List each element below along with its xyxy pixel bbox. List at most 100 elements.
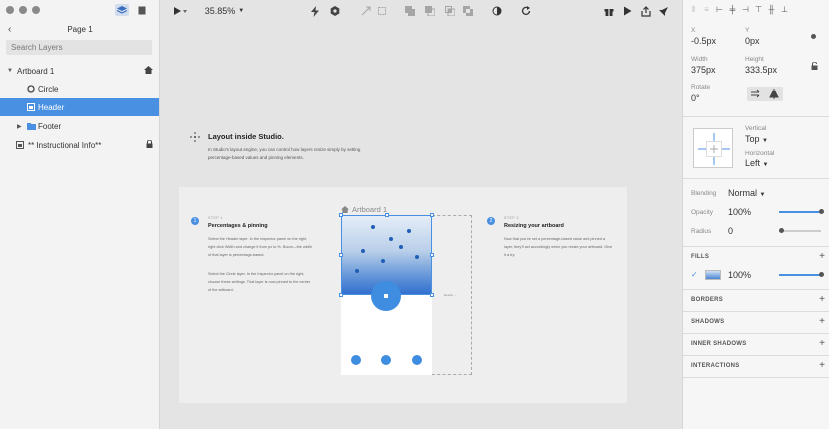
difference-button[interactable] [462, 4, 473, 18]
fill-swatch[interactable] [705, 270, 721, 280]
flip-vertical-icon[interactable] [769, 89, 779, 101]
union-button[interactable] [404, 4, 415, 18]
align-top-icon[interactable]: ⊤ [754, 5, 763, 14]
home-icon[interactable] [144, 66, 153, 76]
layer-header[interactable]: Header [0, 98, 159, 116]
refresh-button[interactable] [520, 4, 531, 18]
distribute-vertical-icon[interactable]: ≡ [702, 5, 711, 14]
y-field[interactable]: 0px [745, 36, 760, 46]
divider [683, 178, 829, 179]
radius-slider[interactable] [779, 230, 821, 232]
layers-tab[interactable] [115, 4, 129, 16]
alignment-toolbar: ⫴ ≡ ⊢ ╪ ⊣ ⊤ ╫ ⊥ [689, 5, 789, 15]
layer-instructional-info[interactable]: ** Instructional Info** [0, 136, 159, 154]
canvas[interactable]: Layout inside Studio. In Studio's layout… [160, 22, 682, 429]
zoom-window-button[interactable] [32, 6, 40, 14]
expanded-caret-icon[interactable]: ▼ [7, 68, 13, 74]
pinning-widget[interactable] [693, 128, 733, 168]
mask-button[interactable] [491, 4, 502, 18]
page-title[interactable]: Page 1 [0, 25, 160, 34]
publish-button[interactable] [658, 4, 669, 18]
collapsed-caret-icon[interactable]: ▶ [17, 123, 22, 130]
resize-handle-bl[interactable] [339, 293, 343, 297]
radius-field[interactable]: 0 [728, 226, 733, 236]
circle-layer[interactable] [371, 281, 401, 311]
subtract-button[interactable] [424, 4, 435, 18]
lightning-button[interactable] [310, 4, 320, 18]
add-shadow-icon[interactable]: + [819, 317, 825, 327]
resize-handle-tl[interactable] [339, 213, 343, 217]
resize-handle-tc[interactable] [385, 213, 389, 217]
artboard-label[interactable]: Artboard 1 [341, 205, 387, 214]
preview-button[interactable] [622, 4, 633, 18]
footer-dot[interactable] [351, 355, 361, 365]
intersect-button[interactable] [444, 4, 455, 18]
settings-button[interactable] [329, 4, 340, 18]
rotate-field[interactable]: 0° [691, 93, 700, 103]
close-window-button[interactable] [6, 6, 14, 14]
opacity-slider[interactable] [779, 211, 821, 213]
opacity-field[interactable]: 100% [728, 207, 751, 217]
borders-header[interactable]: BORDERS [691, 297, 723, 303]
vertical-dropdown[interactable]: Top ▼ [745, 134, 768, 144]
add-inner-shadow-icon[interactable]: + [819, 339, 825, 349]
fills-header[interactable]: FILLS [691, 254, 709, 260]
components-tab[interactable] [135, 4, 149, 16]
divider [683, 246, 829, 247]
gift-button[interactable] [603, 4, 614, 18]
opacity-slider-knob[interactable] [819, 209, 824, 214]
add-border-icon[interactable]: + [819, 295, 825, 305]
horizontal-dropdown[interactable]: Left ▼ [745, 158, 768, 168]
minimize-window-button[interactable] [19, 6, 27, 14]
footer-dot[interactable] [381, 355, 391, 365]
add-interaction-icon[interactable]: + [819, 361, 825, 371]
crop-button[interactable] [376, 4, 387, 18]
step-2-marker: 2 [487, 217, 495, 225]
home-icon [341, 206, 349, 213]
fill-enabled-checkbox[interactable]: ✓ [691, 270, 698, 279]
chevron-down-icon: ▼ [762, 162, 769, 168]
resize-handle-mr[interactable] [430, 253, 434, 257]
window-controls [6, 6, 40, 14]
resize-handle-br[interactable] [430, 293, 434, 297]
pointer-tool-button[interactable] [172, 4, 188, 18]
search-layers-input[interactable]: Search Layers [6, 40, 152, 55]
zoom-dropdown[interactable]: 35.85% ▼ [202, 4, 247, 18]
divider [683, 377, 829, 378]
layer-artboard-1[interactable]: ▼ Artboard 1 [0, 62, 159, 80]
blending-dropdown[interactable]: Normal ▼ [728, 188, 765, 198]
pin-cross-icon [698, 133, 730, 165]
flip-horizontal-icon[interactable] [751, 89, 762, 101]
height-field[interactable]: 333.5px [745, 65, 777, 75]
layer-label: Header [38, 102, 65, 112]
transform-button[interactable] [360, 4, 371, 18]
unlock-icon[interactable] [811, 61, 818, 72]
crop-icon [377, 7, 386, 15]
distribute-horizontal-icon[interactable]: ⫴ [689, 5, 698, 14]
lock-icon[interactable] [146, 139, 153, 150]
resize-handle-ml[interactable] [339, 253, 343, 257]
width-field[interactable]: 375px [691, 65, 716, 75]
x-field[interactable]: -0.5px [691, 36, 716, 46]
fill-opacity-field[interactable]: 100% [728, 270, 751, 280]
align-bottom-icon[interactable]: ⊥ [780, 5, 789, 14]
play-icon [624, 6, 632, 16]
align-center-icon[interactable]: ╪ [728, 5, 737, 14]
pin-icon[interactable] [810, 33, 817, 42]
align-right-icon[interactable]: ⊣ [741, 5, 750, 14]
align-middle-icon[interactable]: ╫ [767, 5, 776, 14]
radius-slider-knob[interactable] [779, 228, 784, 233]
layer-footer[interactable]: ▶ Footer [0, 117, 159, 135]
align-left-icon[interactable]: ⊢ [715, 5, 724, 14]
footer-dot[interactable] [412, 355, 422, 365]
interactions-header[interactable]: INTERACTIONS [691, 363, 740, 369]
transform-icon [361, 6, 370, 16]
layer-circle[interactable]: Circle [0, 80, 159, 98]
add-fill-icon[interactable]: + [819, 252, 825, 262]
shadows-header[interactable]: SHADOWS [691, 319, 724, 325]
share-button[interactable] [640, 4, 651, 18]
fill-opacity-slider-knob[interactable] [819, 272, 824, 277]
resize-handle-tr[interactable] [430, 213, 434, 217]
inner-shadows-header[interactable]: INNER SHADOWS [691, 341, 747, 347]
fill-opacity-slider[interactable] [779, 274, 821, 276]
